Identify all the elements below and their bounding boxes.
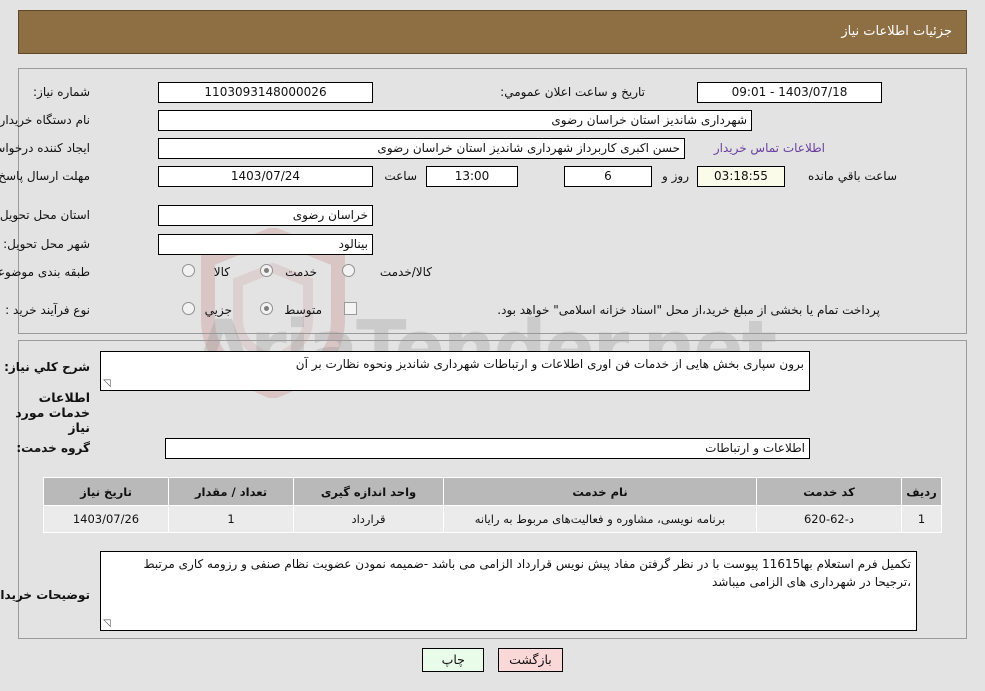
buyer-notes-value: تکمیل فرم استعلام بها11615 پیوست با در ن… bbox=[143, 557, 911, 589]
delivery-city-label: شهر محل تحویل: bbox=[3, 237, 90, 251]
radio-jozee-label: جزیي bbox=[204, 303, 232, 317]
page-title: جزئیات اطلاعات نیاز bbox=[841, 24, 952, 39]
delivery-province-label: استان محل تحویل: bbox=[0, 208, 90, 222]
col-unit: واحد اندازه گیری bbox=[293, 477, 444, 506]
col-date: تاریخ نیاز bbox=[43, 477, 169, 506]
radio-khedmat-label: خدمت bbox=[285, 265, 317, 279]
deadline-days-label: روز و bbox=[662, 169, 689, 183]
deadline-time-field[interactable]: 13:00 bbox=[426, 166, 518, 187]
cell-date: 1403/07/26 bbox=[43, 505, 169, 533]
footer-bar: بازگشت چاپ bbox=[0, 648, 985, 688]
deadline-label: مهلت ارسال پاسخ: تا تاریخ: bbox=[0, 169, 90, 183]
col-code: کد خدمت bbox=[756, 477, 902, 506]
buyer-notes-label: توضیحات خریدار: bbox=[0, 588, 90, 602]
treasury-bonds-checkbox[interactable] bbox=[344, 302, 357, 315]
radio-kala[interactable] bbox=[182, 264, 195, 277]
cell-radif: 1 bbox=[901, 505, 942, 533]
public-announce-label: تاریخ و ساعت اعلان عمومي: bbox=[500, 85, 645, 99]
need-number-label: شماره نیاز: bbox=[33, 85, 90, 99]
countdown-timer-field: 03:18:55 bbox=[697, 166, 785, 187]
table-row[interactable]: 1 د-62-620 برنامه نویسی، مشاوره و فعالیت… bbox=[43, 505, 942, 533]
treasury-bonds-text: پرداخت تمام یا بخشی از مبلغ خرید،از محل … bbox=[497, 303, 880, 317]
deadline-days-field[interactable]: 6 bbox=[564, 166, 652, 187]
page-header: جزئیات اطلاعات نیاز bbox=[18, 10, 967, 54]
radio-motevaset-label: متوسط bbox=[284, 303, 322, 317]
service-group-label: گروه خدمت: bbox=[16, 441, 90, 455]
radio-jozee[interactable] bbox=[182, 302, 195, 315]
delivery-city-field[interactable]: بینالود bbox=[158, 234, 373, 255]
cell-unit: قرارداد bbox=[293, 505, 444, 533]
services-section-title: اطلاعات خدمات مورد نیاز bbox=[15, 390, 90, 435]
table-header-row: ردیف کد خدمت نام خدمت واحد اندازه گیری ت… bbox=[43, 477, 942, 506]
services-table: ردیف کد خدمت نام خدمت واحد اندازه گیری ت… bbox=[43, 477, 942, 533]
resize-grip-icon[interactable]: ◸ bbox=[103, 378, 113, 389]
service-group-field[interactable]: اطلاعات و ارتباطات bbox=[165, 438, 810, 459]
delivery-province-field[interactable]: خراسان رضوی bbox=[158, 205, 373, 226]
buyer-notes-textarea[interactable]: تکمیل فرم استعلام بها11615 پیوست با در ن… bbox=[100, 551, 917, 631]
buyer-org-field[interactable]: شهرداری شاندیز استان خراسان رضوی bbox=[158, 110, 752, 131]
deadline-time-label: ساعت bbox=[384, 169, 417, 183]
col-qty: تعداد / مقدار bbox=[168, 477, 294, 506]
print-button[interactable]: چاپ bbox=[422, 648, 485, 672]
subject-class-label: طبقه بندی موضوعی: bbox=[0, 265, 90, 279]
buyer-org-label: نام دستگاه خریدار: bbox=[0, 113, 90, 127]
cell-name: برنامه نویسی، مشاوره و فعالیت‌های مربوط … bbox=[443, 505, 757, 533]
cell-code: د-62-620 bbox=[756, 505, 902, 533]
need-info-panel bbox=[18, 68, 967, 334]
general-desc-label: شرح کلي نیاز: bbox=[4, 360, 90, 374]
radio-khedmat[interactable] bbox=[260, 264, 273, 277]
col-name: نام خدمت bbox=[443, 477, 757, 506]
col-radif: ردیف bbox=[901, 477, 942, 506]
countdown-label: ساعت باقي مانده bbox=[807, 169, 897, 183]
need-number-field[interactable]: 1103093148000026 bbox=[158, 82, 373, 103]
requester-field[interactable]: حسن اکبری کاربرداز شهرداری شاندیز استان … bbox=[158, 138, 685, 159]
resize-grip-icon-2[interactable]: ◸ bbox=[103, 618, 113, 629]
public-announce-field[interactable]: 1403/07/18 - 09:01 bbox=[697, 82, 882, 103]
general-desc-value: برون سپاری بخش هایی از خدمات فن اوری اطل… bbox=[295, 357, 804, 371]
radio-kala-khedmat-label: کالا/خدمت bbox=[379, 265, 432, 279]
buyer-contact-link[interactable]: اطلاعات تماس خریدار bbox=[714, 141, 825, 155]
radio-motevaset[interactable] bbox=[260, 302, 273, 315]
cell-qty: 1 bbox=[168, 505, 294, 533]
radio-kala-khedmat[interactable] bbox=[342, 264, 355, 277]
radio-kala-label: کالا bbox=[213, 265, 230, 279]
deadline-date-field[interactable]: 1403/07/24 bbox=[158, 166, 373, 187]
back-button[interactable]: بازگشت bbox=[498, 648, 563, 672]
requester-label: ایجاد کننده درخواست: bbox=[0, 141, 90, 155]
purchase-type-label: نوع فرآیند خرید : bbox=[5, 303, 90, 317]
general-desc-textarea[interactable]: برون سپاری بخش هایی از خدمات فن اوری اطل… bbox=[100, 351, 810, 391]
